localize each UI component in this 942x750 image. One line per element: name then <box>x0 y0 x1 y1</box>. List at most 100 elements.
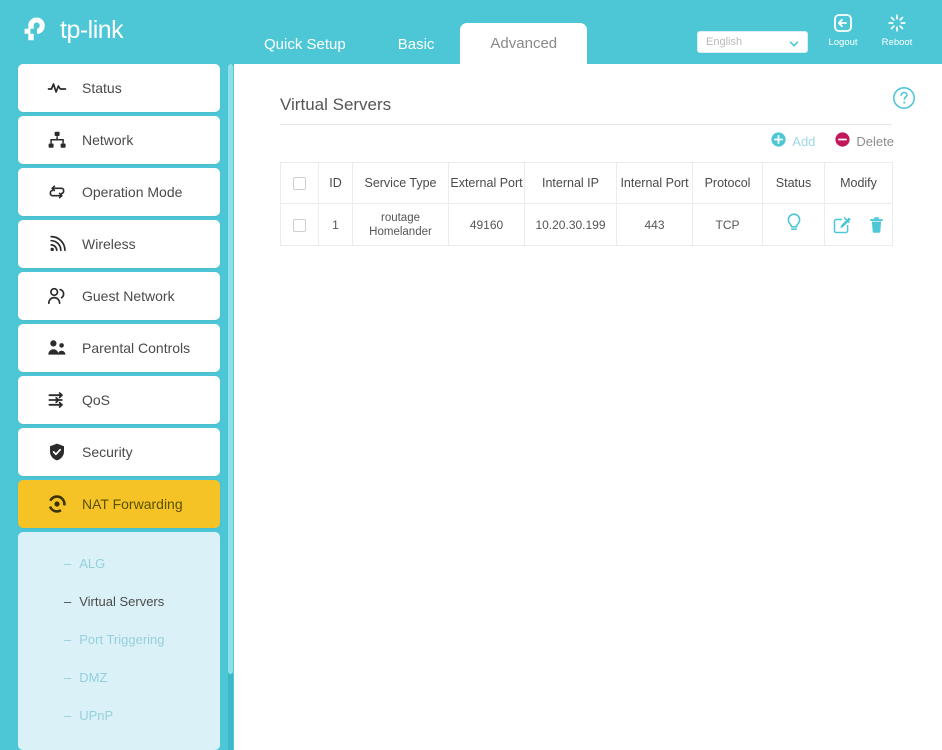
add-label: Add <box>792 133 816 149</box>
cell-status <box>762 203 825 246</box>
sidebar-item-status[interactable]: Status <box>18 64 220 112</box>
row-select-cell <box>280 203 319 246</box>
page-header: tp-link Quick Setup Basic Advanced Engli… <box>0 0 942 65</box>
cell-internal-ip: 10.20.30.199 <box>524 203 617 246</box>
cell-modify <box>824 203 893 246</box>
sidebar-subitem-upnp[interactable]: – UPnP <box>18 696 220 734</box>
logout-icon <box>820 12 866 36</box>
column-header-external-port: External Port <box>448 162 525 204</box>
sidebar-item-parental-controls[interactable]: Parental Controls <box>18 324 220 372</box>
reboot-icon <box>874 12 920 36</box>
nat-refresh-icon <box>46 493 68 515</box>
sidebar-item-security[interactable]: Security <box>18 428 220 476</box>
cell-service-type: routage Homelander <box>352 203 449 246</box>
sidebar-subitem-alg[interactable]: – ALG <box>18 544 220 582</box>
row-checkbox[interactable] <box>293 218 306 232</box>
sidebar-item-label: QoS <box>82 392 111 408</box>
pulse-icon <box>46 77 68 99</box>
cell-external-port: 49160 <box>448 203 525 246</box>
language-select-box[interactable]: English <box>697 31 808 53</box>
table-row: 1 routage Homelander 49160 10.20.30.199 … <box>280 203 893 246</box>
brand-name: tp-link <box>60 15 124 44</box>
select-all-checkbox[interactable] <box>293 177 306 191</box>
table-action-bar: Add Delete <box>771 132 894 150</box>
content-panel: Virtual Servers Add Delete ID Service Ty… <box>234 59 942 750</box>
sidebar-scrollbar-thumb[interactable] <box>228 64 233 674</box>
add-circle-icon <box>771 132 786 150</box>
trash-icon[interactable] <box>869 216 884 234</box>
edit-square-icon[interactable] <box>833 216 851 234</box>
tplink-router-admin-page: tp-link Quick Setup Basic Advanced Engli… <box>0 0 942 750</box>
submenu-dash: – <box>64 555 72 571</box>
delete-button[interactable]: Delete <box>835 132 894 150</box>
sidebar-subitem-port-triggering[interactable]: – Port Triggering <box>18 620 220 658</box>
qos-arrows-icon <box>46 389 68 411</box>
delete-label: Delete <box>856 133 894 149</box>
lightbulb-icon[interactable] <box>784 212 804 234</box>
sidebar-subitem-label: Virtual Servers <box>79 593 165 609</box>
submenu-dash: – <box>64 593 72 609</box>
sidebar-item-network[interactable]: Network <box>18 116 220 164</box>
virtual-servers-table: ID Service Type External Port Internal I… <box>280 162 893 246</box>
wifi-signal-icon <box>46 233 68 255</box>
sidebar-item-wireless[interactable]: Wireless <box>18 220 220 268</box>
network-tree-icon <box>46 129 68 151</box>
shield-icon <box>46 441 68 463</box>
swap-arrows-icon <box>46 181 68 203</box>
reboot-label: Reboot <box>881 37 913 48</box>
main-nav-tabs: Quick Setup Basic Advanced <box>238 23 588 65</box>
sidebar-item-qos[interactable]: QoS <box>18 376 220 424</box>
sidebar-menu: Status Network Operation Mode Wireless G… <box>0 64 230 750</box>
sidebar-subitem-label: UPnP <box>79 707 114 723</box>
sidebar-subitem-label: ALG <box>79 555 106 571</box>
sidebar-subitem-label: Port Triggering <box>79 631 165 647</box>
table-header-row: ID Service Type External Port Internal I… <box>280 162 893 204</box>
sidebar-item-label: Security <box>82 444 133 460</box>
sidebar-item-label: Guest Network <box>82 288 175 304</box>
language-selected-value: English <box>706 36 743 48</box>
add-button[interactable]: Add <box>771 132 815 150</box>
brand-logo: tp-link <box>18 12 124 48</box>
sidebar-submenu-nat-forwarding: – ALG – Virtual Servers – Port Triggerin… <box>18 532 220 750</box>
help-question-icon[interactable] <box>892 86 916 115</box>
chevron-down-icon <box>788 37 800 57</box>
select-all-cell <box>280 162 319 204</box>
sidebar-subitem-label: DMZ <box>79 669 108 685</box>
logout-label: Logout <box>828 37 858 48</box>
sidebar-item-guest-network[interactable]: Guest Network <box>18 272 220 320</box>
sidebar-item-label: Status <box>82 80 122 96</box>
column-header-internal-port: Internal Port <box>616 162 693 204</box>
sidebar-item-label: Network <box>82 132 134 148</box>
tab-basic[interactable]: Basic <box>372 26 461 64</box>
guest-user-icon <box>46 285 68 307</box>
sidebar-item-label: NAT Forwarding <box>82 496 183 512</box>
column-header-internal-ip: Internal IP <box>524 162 617 204</box>
tplink-logo-icon <box>18 12 54 48</box>
sidebar-subitem-virtual-servers[interactable]: – Virtual Servers <box>18 582 220 620</box>
sidebar-item-label: Parental Controls <box>82 340 191 356</box>
submenu-dash: – <box>64 707 72 723</box>
tab-advanced[interactable]: Advanced <box>460 23 588 65</box>
reboot-button[interactable]: Reboot <box>874 12 920 48</box>
cell-id: 1 <box>318 203 353 246</box>
column-header-protocol: Protocol <box>692 162 763 204</box>
sidebar-item-operation-mode[interactable]: Operation Mode <box>18 168 220 216</box>
column-header-service-type: Service Type <box>352 162 449 204</box>
submenu-dash: – <box>64 669 72 685</box>
cell-internal-port: 443 <box>616 203 693 246</box>
sidebar-item-nat-forwarding[interactable]: NAT Forwarding <box>18 480 220 528</box>
sidebar-item-label: Operation Mode <box>82 184 183 200</box>
sidebar-subitem-dmz[interactable]: – DMZ <box>18 658 220 696</box>
title-divider <box>280 124 892 125</box>
cell-protocol: TCP <box>692 203 763 246</box>
logout-button[interactable]: Logout <box>820 12 866 48</box>
delete-circle-icon <box>835 132 851 150</box>
column-header-status: Status <box>762 162 825 204</box>
submenu-dash: – <box>64 631 72 647</box>
parental-users-icon <box>46 337 68 359</box>
tab-quick-setup[interactable]: Quick Setup <box>238 26 372 64</box>
page-title: Virtual Servers <box>280 95 392 114</box>
language-selector[interactable]: English <box>697 31 808 53</box>
column-header-modify: Modify <box>824 162 893 204</box>
sidebar-item-label: Wireless <box>82 236 136 252</box>
